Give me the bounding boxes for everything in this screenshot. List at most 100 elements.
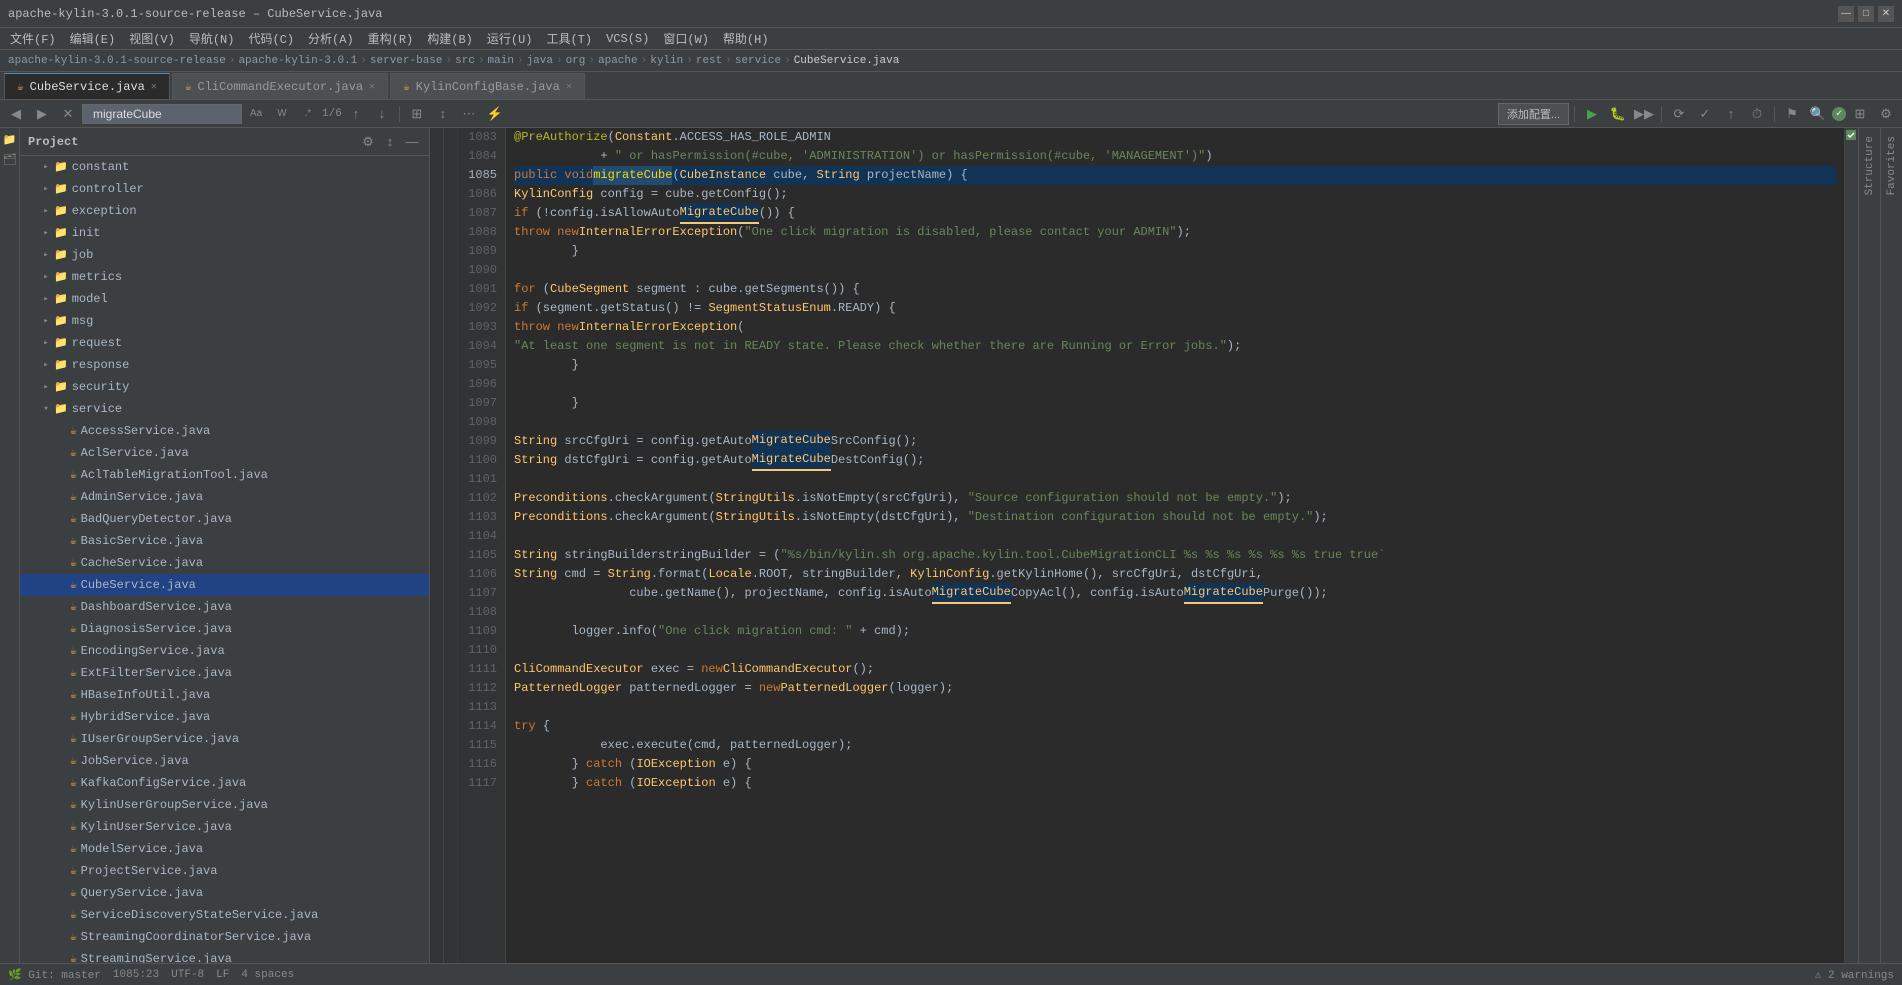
search-input[interactable] (87, 104, 237, 124)
menu-vcs[interactable]: VCS(S) (600, 30, 655, 48)
project-icon[interactable]: 📁 (2, 132, 18, 148)
tree-item-AccessService-java[interactable]: ☕AccessService.java (20, 420, 429, 442)
close-search-btn[interactable]: ✕ (56, 103, 80, 125)
menu-window[interactable]: 窗口(W) (657, 28, 715, 49)
tree-item-init[interactable]: ▸📁init (20, 222, 429, 244)
tree-item-DiagnosisService-java[interactable]: ☕DiagnosisService.java (20, 618, 429, 640)
breadcrumb-current-file[interactable]: CubeService.java (794, 55, 900, 67)
tree-item-model[interactable]: ▸📁model (20, 288, 429, 310)
tree-item-ServiceDiscoveryStateService-java[interactable]: ☕ServiceDiscoveryStateService.java (20, 904, 429, 926)
tree-item-exception[interactable]: ▸📁exception (20, 200, 429, 222)
maximize-button[interactable]: □ (1858, 6, 1874, 22)
status-line-sep[interactable]: LF (216, 969, 229, 981)
tree-item-service[interactable]: ▾📁service (20, 398, 429, 420)
code-editor[interactable]: @PreAuthorize(Constant.ACCESS_HAS_ROLE_A… (506, 128, 1844, 963)
run-with-coverage-btn[interactable]: ▶▶ (1632, 103, 1656, 125)
search-prev-btn[interactable]: ◀ (4, 103, 28, 125)
tree-item-StreamingService-java[interactable]: ☕StreamingService.java (20, 948, 429, 963)
match-case-btn[interactable]: Aa (244, 103, 268, 125)
project-settings-btn[interactable]: ⚙ (359, 133, 377, 151)
structure-icon[interactable]: 🗂 (2, 152, 18, 168)
tree-item-ProjectService-java[interactable]: ☕ProjectService.java (20, 860, 429, 882)
tree-item-StreamingCoordinatorService-java[interactable]: ☕StreamingCoordinatorService.java (20, 926, 429, 948)
tree-item-security[interactable]: ▸📁security (20, 376, 429, 398)
menu-tools[interactable]: 工具(T) (540, 28, 598, 49)
vcs-commit-btn[interactable]: ✓ (1693, 103, 1717, 125)
tree-item-DashboardService-java[interactable]: ☕DashboardService.java (20, 596, 429, 618)
status-indent[interactable]: 4 spaces (241, 969, 294, 981)
prev-occurrence-btn[interactable]: ↑ (344, 103, 368, 125)
tree-item-QueryService-java[interactable]: ☕QueryService.java (20, 882, 429, 904)
breadcrumb-root[interactable]: apache-kylin-3.0.1-source-release (8, 55, 226, 67)
tree-item-EncodingService-java[interactable]: ☕EncodingService.java (20, 640, 429, 662)
code-container[interactable]: 1083108410851086108710881089109010911092… (430, 128, 1858, 963)
settings-btn[interactable]: ⚙ (1874, 103, 1898, 125)
tree-item-metrics[interactable]: ▸📁metrics (20, 266, 429, 288)
tree-item-ExtFilterService-java[interactable]: ☕ExtFilterService.java (20, 662, 429, 684)
menu-file[interactable]: 文件(F) (4, 28, 62, 49)
terminal-btn[interactable]: ⊞ (1848, 103, 1872, 125)
tree-item-KylinUserService-java[interactable]: ☕KylinUserService.java (20, 816, 429, 838)
tree-item-CacheService-java[interactable]: ☕CacheService.java (20, 552, 429, 574)
tree-item-IUserGroupService-java[interactable]: ☕IUserGroupService.java (20, 728, 429, 750)
tree-item-JobService-java[interactable]: ☕JobService.java (20, 750, 429, 772)
status-git[interactable]: 🌿 Git: master (8, 968, 101, 982)
favorites-label[interactable]: Favorites (1886, 132, 1898, 199)
btn-options[interactable]: ⋯ (457, 103, 481, 125)
tab-clicommandexecutor[interactable]: ☕ CliCommandExecutor.java ✕ (172, 73, 388, 99)
btn-filter[interactable]: ⚡ (483, 103, 507, 125)
tree-item-AclTableMigrationTool-java[interactable]: ☕AclTableMigrationTool.java (20, 464, 429, 486)
tree-item-job[interactable]: ▸📁job (20, 244, 429, 266)
vcs-update-btn[interactable]: ⟳ (1667, 103, 1691, 125)
find-usages-btn[interactable]: 🔍 (1806, 103, 1830, 125)
menu-run[interactable]: 运行(U) (481, 28, 539, 49)
menu-refactor[interactable]: 重构(R) (362, 28, 420, 49)
menu-code[interactable]: 代码(C) (242, 28, 300, 49)
tab-cubeservice[interactable]: ☕ CubeService.java ✕ (4, 73, 170, 99)
minimize-button[interactable]: — (1838, 6, 1854, 22)
tab-close-button-3[interactable]: ✕ (566, 81, 572, 93)
btn-find-all[interactable]: ⊞ (405, 103, 429, 125)
tab-close-button-2[interactable]: ✕ (369, 81, 375, 93)
next-occurrence-btn[interactable]: ↓ (370, 103, 394, 125)
menu-build[interactable]: 构建(B) (421, 28, 479, 49)
status-line-col[interactable]: 1085:23 (113, 969, 159, 981)
tree-item-AclService-java[interactable]: ☕AclService.java (20, 442, 429, 464)
regex-btn[interactable]: .* (296, 103, 320, 125)
menu-edit[interactable]: 编辑(E) (64, 28, 122, 49)
word-btn[interactable]: W (270, 103, 294, 125)
status-warnings[interactable]: ⚠ 2 warnings (1815, 968, 1894, 982)
tree-item-CubeService-java[interactable]: ☕CubeService.java (20, 574, 429, 596)
history-btn[interactable]: ⏱ (1745, 103, 1769, 125)
tree-item-constant[interactable]: ▸📁constant (20, 156, 429, 178)
vcs-push-btn[interactable]: ↑ (1719, 103, 1743, 125)
tree-item-request[interactable]: ▸📁request (20, 332, 429, 354)
menu-analyze[interactable]: 分析(A) (302, 28, 360, 49)
tree-item-ModelService-java[interactable]: ☕ModelService.java (20, 838, 429, 860)
tree-item-response[interactable]: ▸📁response (20, 354, 429, 376)
tree-item-BasicService-java[interactable]: ☕BasicService.java (20, 530, 429, 552)
menu-navigate[interactable]: 导航(N) (183, 28, 241, 49)
structure-label[interactable]: Structure (1864, 132, 1876, 199)
project-collapse-btn[interactable]: — (403, 133, 421, 151)
tree-item-BadQueryDetector-java[interactable]: ☕BadQueryDetector.java (20, 508, 429, 530)
breadcrumb-module[interactable]: apache-kylin-3.0.1 (238, 55, 357, 67)
tree-item-KafkaConfigService-java[interactable]: ☕KafkaConfigService.java (20, 772, 429, 794)
tree-item-msg[interactable]: ▸📁msg (20, 310, 429, 332)
search-next-btn[interactable]: ▶ (30, 103, 54, 125)
status-encoding[interactable]: UTF-8 (171, 969, 204, 981)
tree-item-AdminService-java[interactable]: ☕AdminService.java (20, 486, 429, 508)
menu-help[interactable]: 帮助(H) (717, 28, 775, 49)
add-config-button[interactable]: 添加配置... (1498, 103, 1569, 125)
debug-btn[interactable]: 🐛 (1606, 103, 1630, 125)
bookmark-btn[interactable]: ⚑ (1780, 103, 1804, 125)
project-sort-btn[interactable]: ↕ (381, 133, 399, 151)
menu-view[interactable]: 视图(V) (123, 28, 181, 49)
run-btn[interactable]: ▶ (1580, 103, 1604, 125)
tree-item-HBaseInfoUtil-java[interactable]: ☕HBaseInfoUtil.java (20, 684, 429, 706)
close-button[interactable]: ✕ (1878, 6, 1894, 22)
tree-item-KylinUserGroupService-java[interactable]: ☕KylinUserGroupService.java (20, 794, 429, 816)
btn-replace[interactable]: ↕ (431, 103, 455, 125)
tab-close-button[interactable]: ✕ (151, 81, 157, 93)
tree-item-HybridService-java[interactable]: ☕HybridService.java (20, 706, 429, 728)
